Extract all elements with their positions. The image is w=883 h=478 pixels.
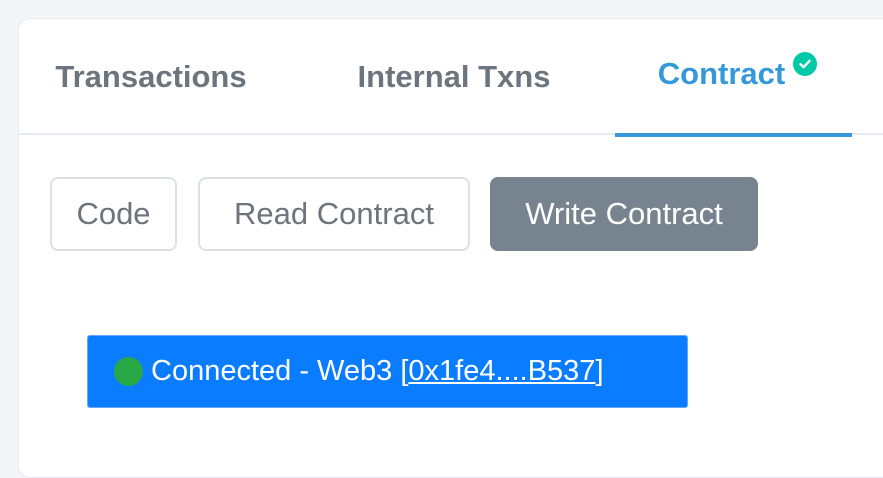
read-contract-button[interactable]: Read Contract bbox=[198, 177, 470, 251]
tab-internal-txns[interactable]: Internal Txns bbox=[319, 19, 589, 135]
web3-connected-banner[interactable]: Connected - Web3 [0x1fe4....B537] bbox=[87, 335, 688, 408]
connection-status-text: Connected - Web3 bbox=[151, 355, 393, 387]
address-close-bracket: ] bbox=[595, 355, 604, 387]
tab-contract[interactable]: Contract bbox=[615, 19, 852, 137]
wallet-address: 0x1fe4....B537 bbox=[408, 355, 596, 387]
tab-internal-txns-label: Internal Txns bbox=[357, 59, 551, 94]
wallet-address-link[interactable]: [0x1fe4....B537] bbox=[400, 355, 603, 388]
tab-transactions[interactable]: Transactions bbox=[31, 19, 271, 135]
tab-bar: Transactions Internal Txns Contract bbox=[19, 19, 883, 137]
write-contract-button[interactable]: Write Contract bbox=[490, 177, 758, 251]
check-circle-icon bbox=[793, 52, 818, 76]
code-button[interactable]: Code bbox=[50, 177, 177, 251]
green-dot-icon bbox=[114, 357, 143, 386]
tab-contract-label: Contract bbox=[657, 56, 786, 91]
tab-transactions-label: Transactions bbox=[55, 59, 247, 94]
contract-card: Transactions Internal Txns Contract Code… bbox=[18, 18, 883, 478]
